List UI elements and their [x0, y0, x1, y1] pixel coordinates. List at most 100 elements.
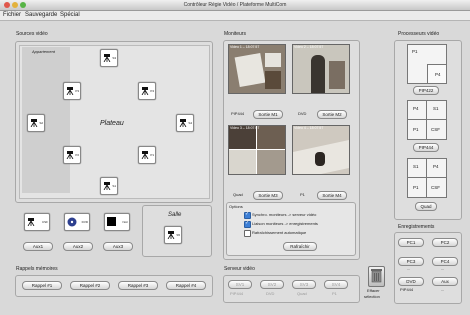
liaison-checkbox[interactable] — [244, 220, 251, 228]
monitor-2-name: DVD — [298, 111, 307, 116]
grid-br-label: CSF — [431, 127, 440, 132]
grid-divider — [408, 119, 446, 120]
sortie-m3-button[interactable]: Sortie M3 — [253, 191, 283, 200]
sortie-m1-button[interactable]: Sortie M1 — [253, 110, 283, 119]
camera-label: P2 — [75, 153, 79, 157]
pc4-button[interactable]: PC4 — [432, 257, 458, 266]
video-frame — [234, 52, 266, 88]
pip444-button[interactable]: PIP444 — [413, 143, 439, 152]
pc3-button[interactable]: PC3 — [398, 257, 424, 266]
sources-title: Sources vidéo — [16, 31, 48, 37]
synchro-label: Synchro. moniteurs -> serveur vidéo — [252, 212, 317, 217]
camera-label: P4 — [150, 89, 154, 93]
monitor-4-video[interactable]: Video 4 – 18:07:57 — [292, 125, 350, 175]
dvd-record-sub: PIP444 — [400, 287, 414, 292]
menu-sauvegarde[interactable]: Sauvegarde — [25, 12, 57, 18]
camera-icon — [27, 218, 35, 226]
monitor-3-name: Quad — [233, 192, 243, 197]
video-frame — [256, 126, 257, 174]
video-frame — [315, 152, 325, 166]
sortie-m2-button[interactable]: Sortie M2 — [317, 110, 347, 119]
refresh-auto-checkbox[interactable] — [244, 230, 251, 237]
synchro-checkbox[interactable] — [244, 211, 251, 219]
options-title: Options — [229, 204, 243, 209]
camera-s1-button[interactable]: S1 — [100, 177, 118, 195]
grid-bl-label: P1 — [413, 185, 419, 190]
rafraichir-button[interactable]: Rafraîchir — [283, 242, 317, 251]
grid-divider — [426, 159, 427, 197]
disc-icon — [67, 217, 77, 227]
camera-label: S4 — [188, 121, 192, 125]
video-frame — [265, 53, 281, 67]
grid-tr-label: S1 — [433, 106, 439, 111]
rappel-4-button[interactable]: Rappel #4 — [166, 281, 206, 290]
sv4-button[interactable]: SV4 — [324, 280, 348, 289]
pc2-button[interactable]: PC2 — [432, 238, 458, 247]
camera-p1-button[interactable]: P1 — [138, 146, 156, 164]
aux3-button[interactable]: Aux3 — [103, 242, 133, 251]
dvd-record-button[interactable]: DVD — [398, 277, 424, 286]
grid-br-label: CSF — [431, 185, 440, 190]
video-frame — [229, 150, 257, 174]
rappels-title: Rappels mémoires — [16, 266, 58, 272]
quad-button[interactable]: Quad — [415, 202, 437, 211]
sv2-label: DVD — [266, 291, 275, 296]
pc1-button[interactable]: PC1 — [398, 238, 424, 247]
camera-p3-button[interactable]: P3 — [63, 82, 81, 100]
device-label: DVD — [81, 220, 88, 224]
refresh-auto-label: Rafraîchissement automatique — [252, 230, 307, 235]
monitor-1-video[interactable]: Video 1 – 18:07:57 — [228, 44, 286, 94]
aux2-button[interactable]: Aux2 — [63, 242, 93, 251]
camera-label: S3 — [112, 56, 116, 60]
moniteurs-title: Moniteurs — [224, 31, 246, 37]
sv1-label: PIP444 — [230, 291, 244, 296]
pip-main-label: P1 — [412, 49, 418, 54]
camera-s5-button[interactable]: S5 — [164, 226, 182, 244]
grid-tl-label: S1 — [413, 164, 419, 169]
sv3-button[interactable]: SV3 — [292, 280, 316, 289]
window-title: Contrôleur Régie Vidéo / Plateforme Mult… — [183, 2, 287, 8]
menu-fichier[interactable]: Fichier — [3, 12, 21, 18]
camera-s3-button[interactable]: S3 — [100, 49, 118, 67]
processeurs-title: Processeurs vidéo — [398, 31, 440, 37]
video-frame — [257, 126, 285, 150]
camera-s4-button[interactable]: S4 — [176, 114, 194, 132]
grid-tr-label: P4 — [433, 164, 439, 169]
rappel-3-button[interactable]: Rappel #3 — [118, 281, 158, 290]
device-label: Noir — [122, 220, 128, 224]
sv1-button[interactable]: SV1 — [228, 280, 252, 289]
menu-special[interactable]: Spécial — [60, 12, 80, 18]
liaison-label: Liaison moniteurs -> enregistrements — [252, 221, 318, 226]
sv2-button[interactable]: SV2 — [260, 280, 284, 289]
camera-p2-button[interactable]: P2 — [63, 146, 81, 164]
effacer-selection-button[interactable] — [368, 266, 385, 287]
rappel-2-button[interactable]: Rappel #2 — [70, 281, 110, 290]
monitor-2-video[interactable]: Video 2 – 18:07:57 — [292, 44, 350, 94]
camera-s2-button[interactable]: S2 — [27, 114, 45, 132]
pip-inset-label: P4 — [435, 72, 441, 77]
quad-preview[interactable]: S1 P4 P1 CSF — [407, 158, 447, 198]
csf-source-button[interactable]: CSF — [24, 213, 50, 231]
monitor-label: Video 2 – 18:07:57 — [294, 45, 324, 49]
dvd-source-button[interactable]: DVD — [64, 213, 90, 231]
video-frame — [257, 150, 285, 174]
monitor-3-video[interactable]: Video 3 – 18:07:57 — [228, 125, 286, 175]
camera-p4-button[interactable]: P4 — [138, 82, 156, 100]
monitor-label: Video 3 – 18:07:57 — [230, 126, 260, 130]
aux1-button[interactable]: Aux1 — [23, 242, 53, 251]
sortie-m4-button[interactable]: Sortie M4 — [317, 191, 347, 200]
aux-record-sub: ... — [441, 287, 445, 292]
device-label: CSF — [42, 220, 48, 224]
monitor-4-name: P1 — [300, 192, 305, 197]
camera-label: P1 — [150, 153, 154, 157]
pip422-button[interactable]: PIP422 — [413, 86, 439, 95]
monitor-label: Video 1 – 18:07:57 — [230, 45, 260, 49]
video-frame — [265, 71, 281, 89]
rappel-1-button[interactable]: Rappel #1 — [22, 281, 62, 290]
noir-source-button[interactable]: Noir — [104, 213, 130, 231]
sv3-label: Quad — [297, 291, 307, 296]
pip422-preview[interactable]: P1 P4 — [407, 44, 447, 84]
pip444-preview[interactable]: P4 S1 P1 CSF — [407, 100, 447, 140]
monitor-1-name: PIP444 — [231, 111, 245, 116]
aux-record-button[interactable]: Aux — [432, 277, 458, 286]
